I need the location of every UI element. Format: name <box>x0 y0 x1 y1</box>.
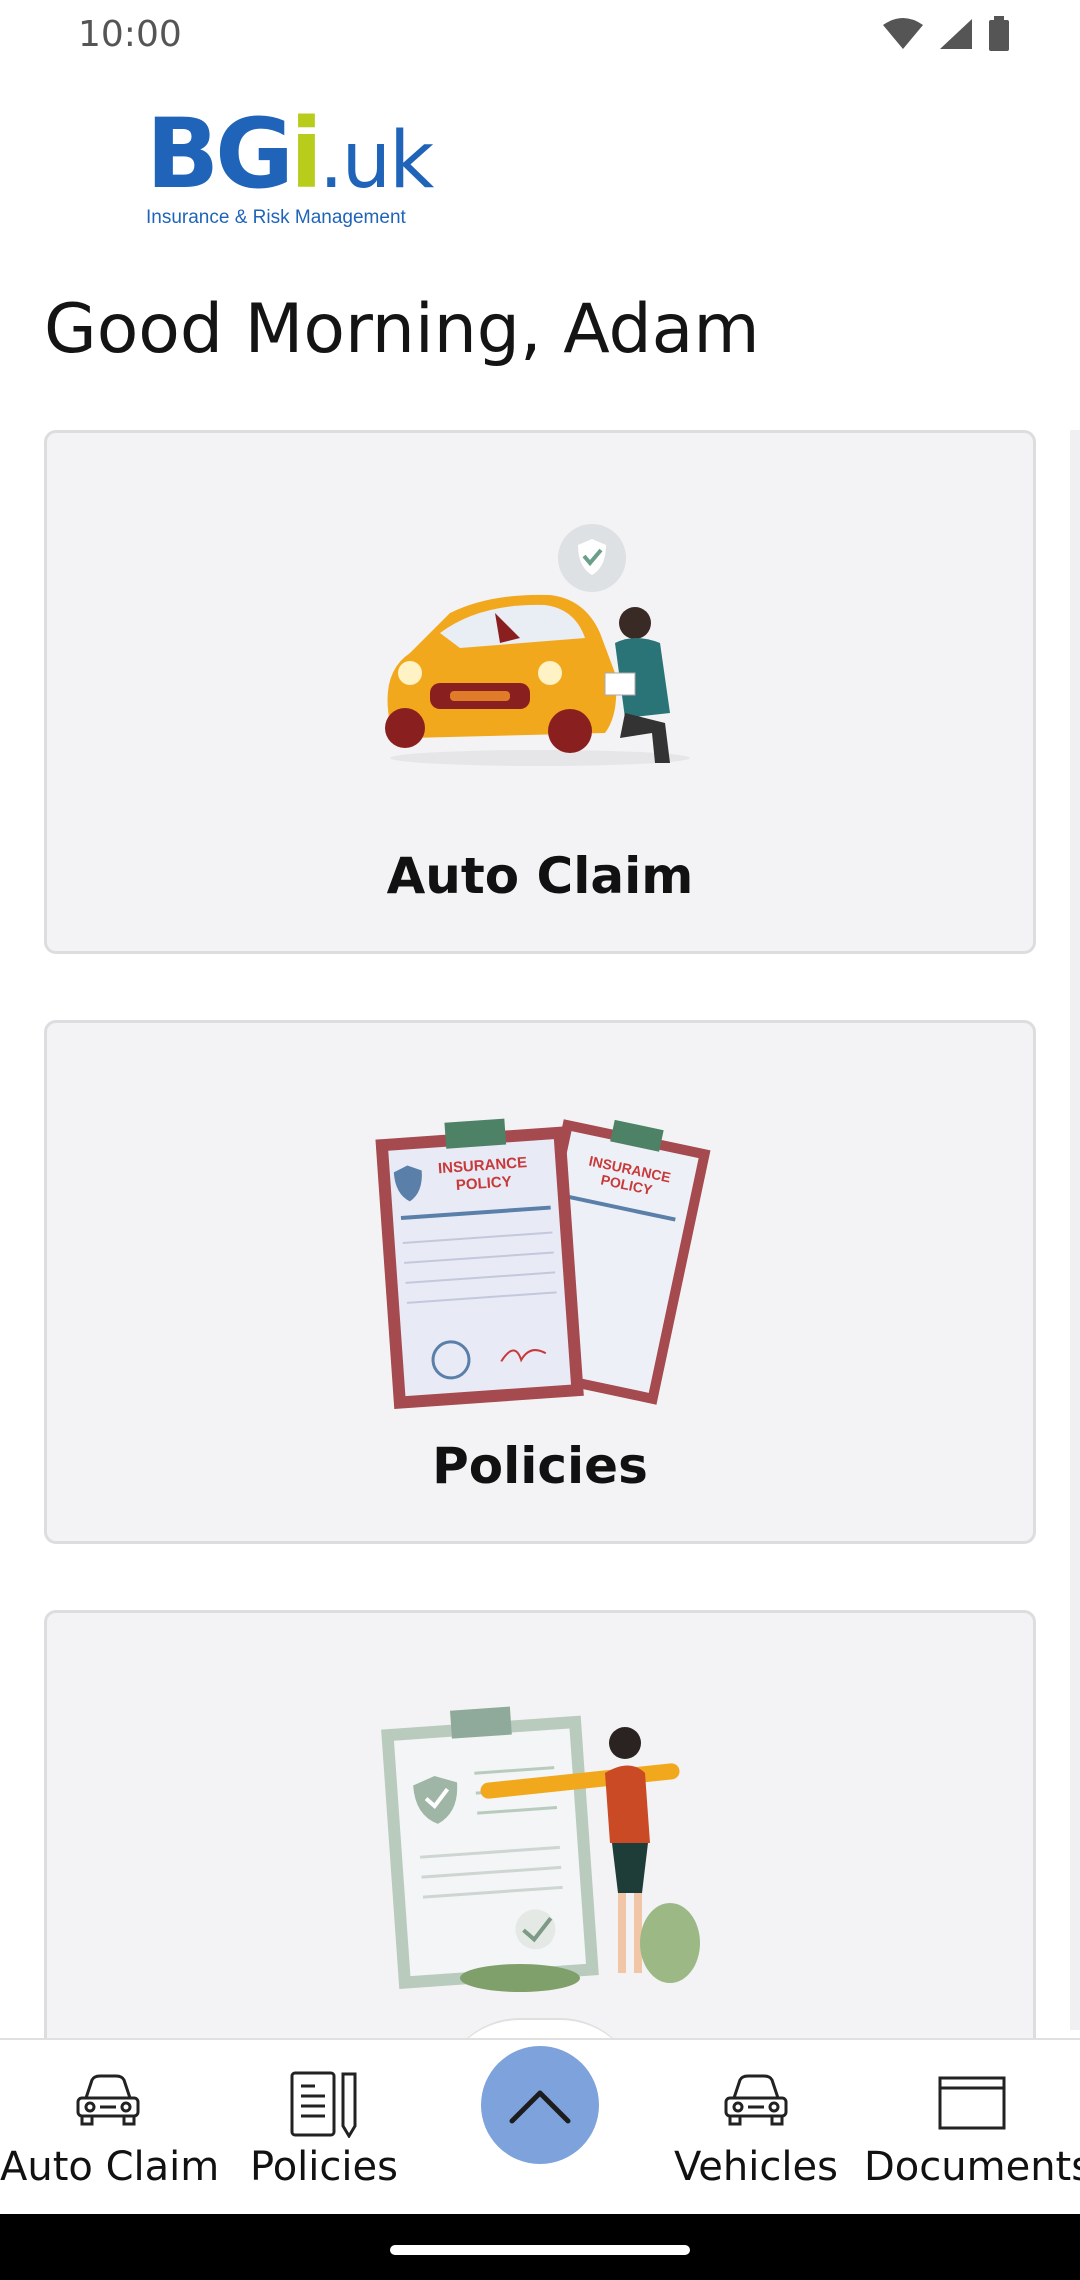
status-time: 10:00 <box>78 14 182 55</box>
wifi-icon <box>883 18 923 49</box>
auto-claim-label: Auto Claim <box>386 847 694 905</box>
expand-menu-button[interactable] <box>481 2046 599 2164</box>
document-pencil-icon <box>290 2071 357 2138</box>
greeting-title: Good Morning, Adam <box>44 290 760 369</box>
nav-label-vehicles: Vehicles <box>674 2144 838 2190</box>
car-icon <box>76 2074 140 2126</box>
logo-i: i <box>289 98 323 210</box>
logo-tagline: Insurance & Risk Management <box>146 207 406 228</box>
status-bar: 10:00 <box>0 0 1080 72</box>
policies-card[interactable]: INSURANCE POLICY INSURANCE POLICY Polici… <box>44 1020 1036 1544</box>
logo-uk: .uk <box>318 116 434 206</box>
nav-item-auto-claim[interactable]: Auto Claim <box>0 2040 220 2216</box>
auto-claim-card[interactable]: Auto Claim <box>44 430 1036 954</box>
home-gesture-handle[interactable] <box>390 2245 690 2255</box>
app-screen: 10:00 BGi.uk Insurance & Risk Management… <box>0 0 1080 2280</box>
chevron-up-icon <box>509 2090 571 2124</box>
nav-label-policies: Policies <box>250 2144 398 2190</box>
car-icon <box>724 2074 788 2126</box>
status-icons <box>882 16 1010 52</box>
car-claim-illustration <box>385 524 690 766</box>
nav-item-vehicles[interactable]: Vehicles <box>648 2040 864 2216</box>
system-gesture-bar <box>0 2214 1080 2280</box>
logo-wordmark: BGi.uk <box>146 106 434 209</box>
nav-item-documents[interactable]: Documents <box>864 2040 1080 2216</box>
checklist-illustration <box>381 1706 700 1992</box>
nav-item-policies[interactable]: Policies <box>216 2040 432 2216</box>
nav-label-auto-claim: Auto Claim <box>0 2144 220 2190</box>
logo-bg: BG <box>146 98 294 210</box>
company-logo: BGi.uk Insurance & Risk Management <box>146 106 434 228</box>
signal-icon <box>940 19 972 49</box>
policies-label: Policies <box>432 1437 648 1495</box>
nav-label-documents: Documents <box>864 2144 1080 2190</box>
folder-icon <box>938 2076 1006 2130</box>
battery-icon <box>989 16 1009 51</box>
insurance-policy-illustration: INSURANCE POLICY INSURANCE POLICY <box>375 1118 711 1409</box>
scroll-indicator <box>1070 430 1080 2030</box>
